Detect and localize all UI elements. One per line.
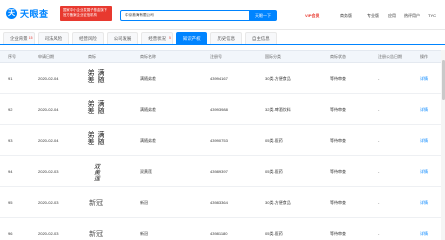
row-status: 等待审查 [330,169,346,174]
row-name: 满随弟差 [140,76,156,81]
row-reg-no: 43993988 [210,107,228,112]
promo-line-2: 官方备案企业征信机构 [63,13,97,17]
trademark-image[interactable]: 满随弟差 [87,131,105,150]
detail-link[interactable]: 详情 [420,63,428,94]
row-name: 新冠 [140,200,148,205]
trademark-image[interactable]: 满随弟差 [87,100,105,119]
header-announcement: 注册公告日期 [378,54,402,59]
row-date: 2020-02-03 [38,231,59,236]
tab-operating-status[interactable]: 经营状况 5 [141,32,173,44]
nav-pro[interactable]: 专业版 [367,13,379,19]
nav-vip[interactable]: VIP会员 [305,13,319,19]
table-row: 91 2020-02-04 满随弟差 满随弟差 43994167 30类-方便食… [0,63,445,94]
row-name: 新冠 [140,231,148,236]
header-index: 序号 [8,54,16,59]
tab-company-development[interactable]: 公司发展 [106,32,139,44]
table-row: 93 2020-02-04 满随弟差 满随弟差 43990753 05类-医药 … [0,125,445,156]
row-announcement: - [378,200,380,205]
row-class: 05类-医药 [265,138,283,143]
row-date: 2020-02-04 [38,107,59,112]
row-class: 05类-医药 [265,231,283,236]
tab-self-info[interactable]: 自主信息 [245,32,277,44]
row-reg-no: 43989397 [210,169,228,174]
tab-judicial-risk[interactable]: 司法风险 [37,32,70,44]
trademark-image[interactable]: 新冠 [88,193,104,212]
row-reg-no: 43994167 [210,76,228,81]
top-bar: 天 天眼查 国家中小企业发展子基金旗下 官方备案企业征信机构 中京渤海有限公司 … [0,0,445,30]
trademark-image[interactable]: 双黄莲 [88,162,104,181]
header-name: 商标名称 [140,54,156,59]
table-row: 96 2020-02-03 新冠 新冠 43981180 05类-医药 等待审查… [0,218,445,240]
tab-intellectual-property[interactable]: 知识产权 [175,32,208,44]
row-name: 满随弟差 [140,107,156,112]
nav-app[interactable]: 应用 [388,13,396,19]
detail-link[interactable]: 详情 [420,94,428,125]
trademark-table: 序号 申请日期 商标 商标名称 注册号 国际分类 商标状态 注册公告日期 操作 … [0,50,445,240]
header-class[interactable]: 国际分类 [265,51,281,63]
row-class: 32类-啤酒饮料 [265,107,291,112]
row-announcement: - [378,76,380,81]
row-status: 等待审查 [330,107,346,112]
header-reg-no: 注册号 [210,54,222,59]
row-reg-no: 43981180 [210,231,228,236]
detail-link[interactable]: 详情 [420,187,428,218]
table-header: 序号 申请日期 商标 商标名称 注册号 国际分类 商标状态 注册公告日期 操作 [0,50,445,63]
row-class: 05类-医药 [265,169,283,174]
table-row: 95 2020-02-03 新冠 新冠 43983364 30类-方便食品 等待… [0,187,445,218]
logo[interactable]: 天 天眼查 [6,5,49,21]
header-mark: 商标 [88,54,96,59]
table-row: 94 2020-02-03 双黄莲 双黄莲 43989397 05类-医药 等待… [0,156,445,187]
logo-text: 天眼查 [20,8,49,19]
row-status: 等待审查 [330,200,346,205]
row-index: 95 [8,200,13,205]
table-row: 92 2020-02-04 满随弟差 满随弟差 43993988 32类-啤酒饮… [0,94,445,125]
tab-enterprise-background[interactable]: 企业背景 15 [3,32,35,44]
row-index: 91 [8,76,13,81]
row-announcement: - [378,107,380,112]
nav-account[interactable]: TYC [428,13,436,18]
search-button[interactable]: 天眼一下 [249,10,277,21]
row-status: 等待审查 [330,76,346,81]
detail-link[interactable]: 详情 [420,218,428,240]
row-announcement: - [378,169,380,174]
row-date: 2020-02-04 [38,76,59,81]
row-index: 96 [8,231,13,236]
trademark-image[interactable]: 满随弟差 [87,69,105,88]
row-date: 2020-02-03 [38,200,59,205]
row-date: 2020-02-04 [38,138,59,143]
row-reg-no: 43983364 [210,200,228,205]
row-name: 双黄莲 [140,169,152,174]
row-index: 92 [8,107,13,112]
search-input[interactable]: 中京渤海有限公司 [120,10,250,21]
row-reg-no: 43990753 [210,138,228,143]
tab-underline [0,44,445,45]
tab-history[interactable]: 历史信息 [210,32,243,44]
logo-icon: 天 [6,7,17,19]
section-tabs: 企业背景 15 司法风险 经营风险 公司发展 经营状况 5 知识产权 历史信息 自主… [0,30,445,44]
detail-link[interactable]: 详情 [420,125,428,156]
row-announcement: - [378,231,380,236]
nav-business[interactable]: 商务版 [340,13,352,19]
row-status: 等待审查 [330,231,346,236]
scrollbar[interactable] [441,50,445,240]
row-name: 满随弟差 [140,138,156,143]
row-announcement: - [378,138,380,143]
row-class: 30类-方便食品 [265,200,291,205]
header-date[interactable]: 申请日期 [38,51,54,63]
row-index: 94 [8,169,13,174]
scrollbar-thumb[interactable] [441,60,445,100]
promo-banner[interactable]: 国家中小企业发展子基金旗下 官方备案企业征信机构 [60,6,112,21]
header-status[interactable]: 商标状态 [330,51,346,63]
row-status: 等待审查 [330,138,346,143]
tab-operating-risk[interactable]: 经营风险 [72,32,104,44]
row-date: 2020-02-03 [38,169,59,174]
nav-user[interactable]: 热评用户 [404,13,420,19]
header-action: 操作 [420,54,428,59]
detail-link[interactable]: 详情 [420,156,428,187]
row-index: 93 [8,138,13,143]
trademark-image[interactable]: 新冠 [88,224,104,240]
row-class: 30类-方便食品 [265,76,291,81]
